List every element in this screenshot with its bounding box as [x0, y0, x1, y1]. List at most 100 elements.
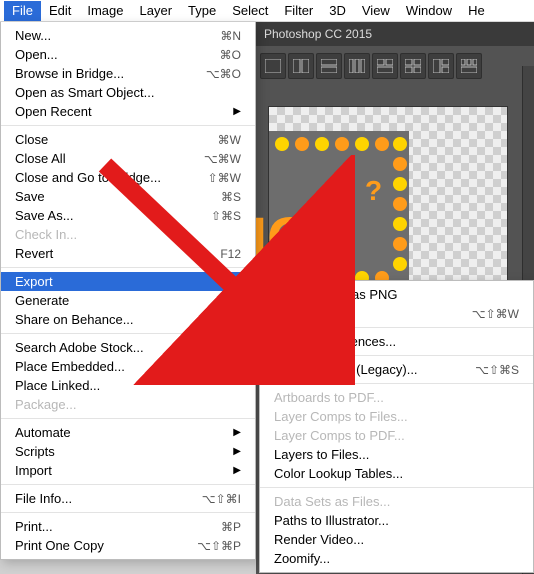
- menubar-item-layer[interactable]: Layer: [132, 1, 181, 21]
- menu-item-shortcut: ⇧⌘S: [211, 209, 241, 223]
- menu-item-label: Scripts: [15, 444, 225, 459]
- menu-item-new[interactable]: New...⌘N: [1, 26, 255, 45]
- menu-item-open-as-smart-object[interactable]: Open as Smart Object...: [1, 83, 255, 102]
- menu-item-share-on-behance[interactable]: Share on Behance...: [1, 310, 255, 329]
- menu-item-shortcut: ⌘W: [218, 133, 241, 147]
- menu-item-automate[interactable]: Automate▶: [1, 423, 255, 442]
- menu-item-search-adobe-stock[interactable]: Search Adobe Stock...: [1, 338, 255, 357]
- menu-item-label: Print...: [15, 519, 213, 534]
- menubar: FileEditImageLayerTypeSelectFilter3DView…: [0, 0, 534, 22]
- menubar-item-edit[interactable]: Edit: [41, 1, 79, 21]
- menu-separator: [260, 487, 533, 488]
- menubar-item-he[interactable]: He: [460, 1, 493, 21]
- menubar-item-3d[interactable]: 3D: [321, 1, 354, 21]
- menu-item-shortcut: ⌘P: [221, 520, 241, 534]
- menubar-item-filter[interactable]: Filter: [276, 1, 321, 21]
- arrange-button-6[interactable]: [400, 53, 426, 79]
- menu-item-layers-to-files[interactable]: Layers to Files...: [260, 445, 533, 464]
- arrange-button-3[interactable]: [316, 53, 342, 79]
- menubar-item-view[interactable]: View: [354, 1, 398, 21]
- menu-item-package: Package...: [1, 395, 255, 414]
- menu-item-import[interactable]: Import▶: [1, 461, 255, 480]
- artwork-dot: [393, 217, 407, 231]
- menu-separator: [260, 383, 533, 384]
- menu-separator: [260, 355, 533, 356]
- menu-item-place-embedded[interactable]: Place Embedded...: [1, 357, 255, 376]
- menu-item-export[interactable]: Export▶: [1, 272, 255, 291]
- menu-item-place-linked[interactable]: Place Linked...: [1, 376, 255, 395]
- menu-item-shortcut: ⌥⇧⌘I: [202, 492, 241, 506]
- menu-item-label: Open Recent: [15, 104, 225, 119]
- artwork-dot: [355, 137, 369, 151]
- arrange-button-1[interactable]: [260, 53, 286, 79]
- menu-item-shortcut: ⇧⌘W: [208, 171, 241, 185]
- menubar-item-select[interactable]: Select: [224, 1, 276, 21]
- menu-item-label: Zoomify...: [274, 551, 519, 566]
- menu-item-close-and-go-to-bridge[interactable]: Close and Go to Bridge...⇧⌘W: [1, 168, 255, 187]
- menu-item-shortcut: F12: [220, 247, 241, 261]
- menu-item-label: Artboards to PDF...: [274, 390, 519, 405]
- menu-item-label: Revert: [15, 246, 212, 261]
- menu-item-close[interactable]: Close⌘W: [1, 130, 255, 149]
- menu-item-label: Package...: [15, 397, 241, 412]
- menu-item-label: Check In...: [15, 227, 241, 242]
- menu-item-file-info[interactable]: File Info... ⌥⇧⌘I: [1, 489, 255, 508]
- menu-item-save-as[interactable]: Save As...⇧⌘S: [1, 206, 255, 225]
- menu-item-save-for-web-legacy[interactable]: Save for Web (Legacy)...⌥⇧⌘S: [260, 360, 533, 379]
- arrange-button-4[interactable]: [344, 53, 370, 79]
- menu-separator: [1, 333, 255, 334]
- menu-item-label: Data Sets as Files...: [274, 494, 519, 509]
- menubar-item-image[interactable]: Image: [79, 1, 131, 21]
- menu-item-label: Render Video...: [274, 532, 519, 547]
- menu-item-revert[interactable]: Revert F12: [1, 244, 255, 263]
- arrange-button-5[interactable]: [372, 53, 398, 79]
- menu-item-print-one-copy[interactable]: Print One Copy⌥⇧⌘P: [1, 536, 255, 555]
- menu-item-export-preferences[interactable]: Export Preferences...: [260, 332, 533, 351]
- menu-item-close-all[interactable]: Close All⌥⌘W: [1, 149, 255, 168]
- arrange-button-8[interactable]: [456, 53, 482, 79]
- menu-item-label: File Info...: [15, 491, 194, 506]
- menu-item-color-lookup-tables[interactable]: Color Lookup Tables...: [260, 464, 533, 483]
- menu-item-label: Layer Comps to Files...: [274, 409, 519, 424]
- menu-item-label: Search Adobe Stock...: [15, 340, 241, 355]
- menu-separator: [1, 125, 255, 126]
- menubar-item-type[interactable]: Type: [180, 1, 224, 21]
- arrange-button-2[interactable]: [288, 53, 314, 79]
- menu-item-data-sets-as-files: Data Sets as Files...: [260, 492, 533, 511]
- menu-item-label: Browse in Bridge...: [15, 66, 198, 81]
- menu-item-zoomify[interactable]: Zoomify...: [260, 549, 533, 568]
- artwork-dot: [393, 237, 407, 251]
- artwork-question-mark: ?: [365, 175, 382, 207]
- ps-canvas[interactable]: IG ?: [268, 106, 508, 306]
- menu-item-label: Color Lookup Tables...: [274, 466, 519, 481]
- menu-item-label: Export As...: [274, 306, 464, 321]
- artwork-dot: [315, 137, 329, 151]
- menu-item-label: Automate: [15, 425, 225, 440]
- menu-item-print[interactable]: Print... ⌘P: [1, 517, 255, 536]
- ps-title: Photoshop CC 2015: [264, 27, 372, 41]
- artwork-dot: [375, 137, 389, 151]
- menubar-item-file[interactable]: File: [4, 1, 41, 21]
- menu-item-open[interactable]: Open...⌘O: [1, 45, 255, 64]
- menu-item-generate[interactable]: Generate▶: [1, 291, 255, 310]
- submenu-arrow-icon: ▶: [233, 276, 241, 287]
- menu-item-quick-export-as-png[interactable]: Quick Export as PNG: [260, 285, 533, 304]
- canvas-artwork: IG ?: [269, 131, 409, 291]
- menu-item-browse-in-bridge[interactable]: Browse in Bridge...⌥⌘O: [1, 64, 255, 83]
- menu-item-open-recent[interactable]: Open Recent▶: [1, 102, 255, 121]
- arrange-button-7[interactable]: [428, 53, 454, 79]
- menu-item-label: Open as Smart Object...: [15, 85, 241, 100]
- menu-item-label: Paths to Illustrator...: [274, 513, 519, 528]
- menu-item-scripts[interactable]: Scripts▶: [1, 442, 255, 461]
- submenu-arrow-icon: ▶: [233, 295, 241, 306]
- menu-item-save[interactable]: Save⌘S: [1, 187, 255, 206]
- menu-item-shortcut: ⌥⇧⌘W: [472, 307, 519, 321]
- menu-item-layer-comps-to-pdf: Layer Comps to PDF...: [260, 426, 533, 445]
- menu-item-render-video[interactable]: Render Video...: [260, 530, 533, 549]
- menubar-item-window[interactable]: Window: [398, 1, 460, 21]
- menu-item-shortcut: ⌘N: [220, 29, 241, 43]
- menu-item-artboards-to-pdf: Artboards to PDF...: [260, 388, 533, 407]
- menu-item-paths-to-illustrator[interactable]: Paths to Illustrator...: [260, 511, 533, 530]
- menu-item-export-as[interactable]: Export As... ⌥⇧⌘W: [260, 304, 533, 323]
- artwork-dot: [393, 157, 407, 171]
